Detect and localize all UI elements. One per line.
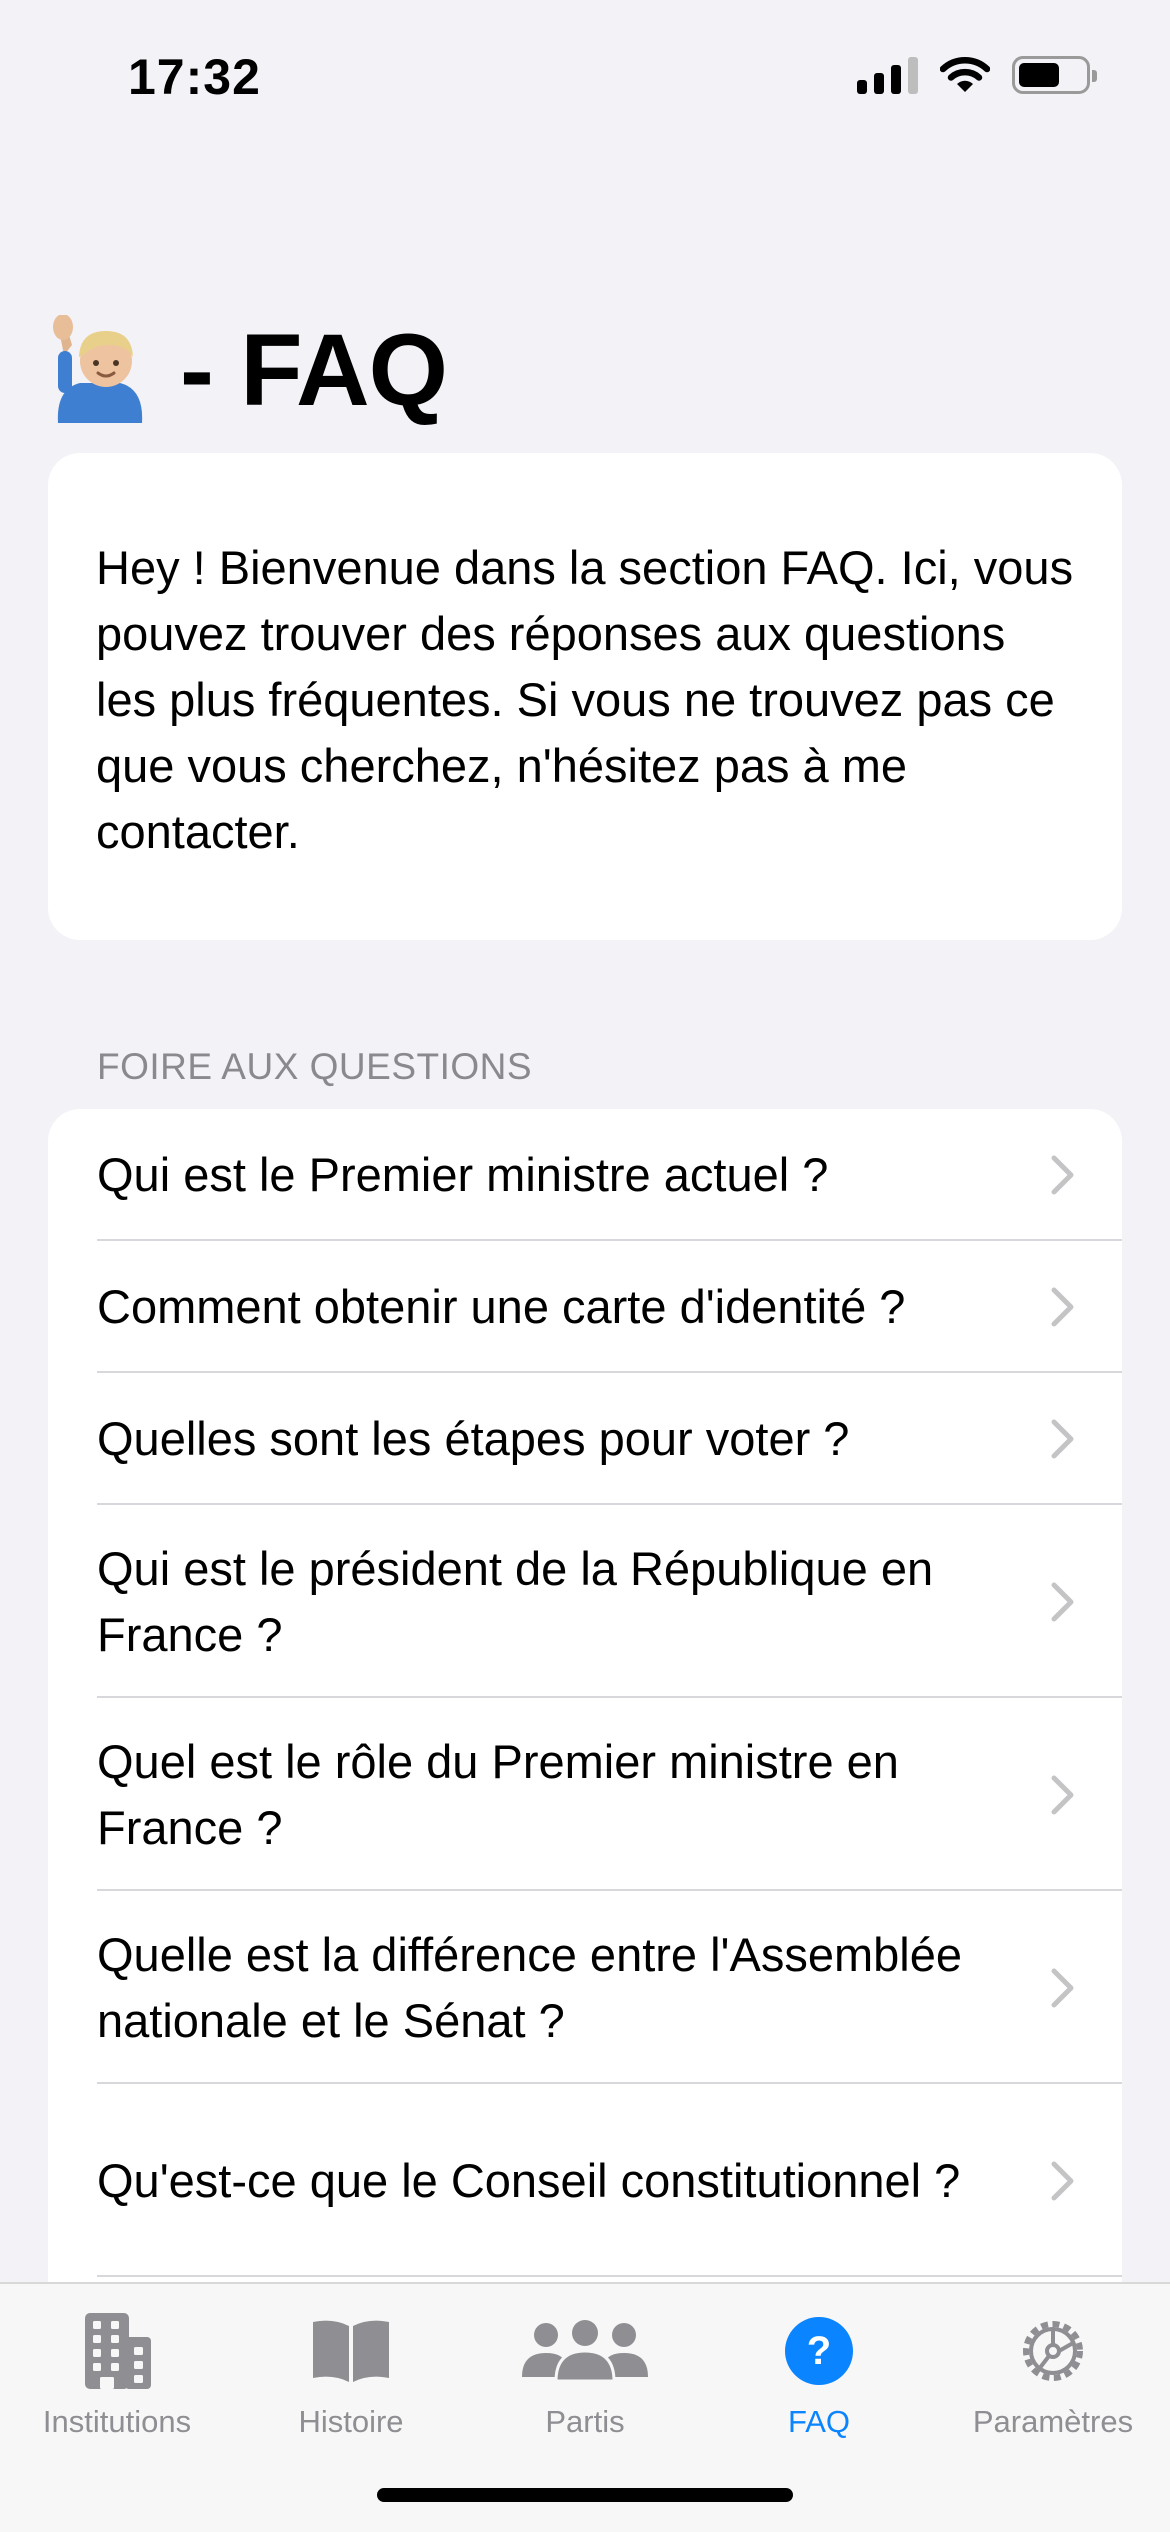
book-icon	[313, 2320, 389, 2382]
faq-list: Qui est le Premier ministre actuel ? Com…	[48, 1109, 1122, 2289]
people-icon	[522, 2320, 648, 2383]
status-icons	[857, 56, 1097, 94]
raising-hand-emoji-icon	[53, 315, 143, 423]
faq-section-header: FOIRE AUX QUESTIONS	[97, 1046, 533, 1087]
faq-item[interactable]: Qui est le président de la République en…	[48, 1505, 1122, 1698]
faq-question: Qui est le Premier ministre actuel ?	[97, 1148, 829, 1201]
page-title-text: - FAQ	[180, 312, 448, 427]
faq-item[interactable]: Qu'est-ce que le Conseil constitutionnel…	[48, 2084, 1122, 2277]
svg-text:?: ?	[807, 2329, 831, 2373]
tab-parametres[interactable]: Paramètres	[936, 2306, 1170, 2456]
wifi-icon	[940, 57, 990, 92]
faq-item[interactable]: Quel est le rôle du Premier ministre en …	[48, 1698, 1122, 1891]
status-bar: 17:32	[0, 0, 1170, 150]
building-icon	[85, 2313, 151, 2389]
intro-text: Hey ! Bienvenue dans la section FAQ. Ici…	[96, 541, 1074, 858]
faq-item[interactable]: Qui est le Premier ministre actuel ?	[48, 1109, 1122, 1241]
tab-institutions[interactable]: Institutions	[0, 2306, 234, 2456]
faq-item[interactable]: Quelle est la différence entre l'Assembl…	[48, 1891, 1122, 2084]
tab-faq[interactable]: ? FAQ	[702, 2306, 936, 2456]
faq-question: Quelle est la différence entre l'Assembl…	[97, 1927, 963, 2047]
faq-item[interactable]: Quelles sont les étapes pour voter ?	[48, 1373, 1122, 1505]
faq-question: Qui est le président de la République en…	[97, 1541, 934, 1661]
chevron-right-icon	[1051, 1419, 1074, 1459]
faq-screen: 17:32 - FAQ Hey ! Bienvenue dans la sect…	[0, 0, 1170, 2532]
separator	[97, 2275, 1122, 2277]
chevron-right-icon	[1051, 1287, 1074, 1327]
chevron-right-icon	[1051, 1155, 1074, 1195]
tab-label: FAQ	[787, 2404, 850, 2439]
battery-icon	[1012, 56, 1097, 94]
home-indicator	[377, 2488, 793, 2502]
faq-item[interactable]: Comment obtenir une carte d'identité ?	[48, 1241, 1122, 1373]
cellular-signal-icon	[857, 56, 918, 94]
gear-icon	[1023, 2321, 1083, 2381]
chevron-right-icon	[1051, 1968, 1074, 2007]
tab-label: Institutions	[42, 2404, 192, 2439]
question-circle-icon: ?	[785, 2317, 853, 2385]
status-time: 17:32	[128, 49, 261, 105]
tab-label: Partis	[545, 2404, 625, 2439]
chevron-right-icon	[1051, 2161, 1074, 2200]
intro-card: Hey ! Bienvenue dans la section FAQ. Ici…	[48, 453, 1122, 940]
tab-label: Paramètres	[972, 2404, 1134, 2439]
faq-question: Quelles sont les étapes pour voter ?	[97, 1412, 850, 1465]
tab-histoire[interactable]: Histoire	[234, 2306, 468, 2456]
chevron-right-icon	[1051, 1582, 1074, 1621]
page-title: - FAQ	[50, 310, 448, 430]
chevron-right-icon	[1051, 1775, 1074, 1814]
tab-partis[interactable]: Partis	[468, 2306, 702, 2456]
tab-label: Histoire	[298, 2404, 404, 2439]
faq-question: Qu'est-ce que le Conseil constitutionnel…	[97, 2153, 961, 2207]
faq-question: Comment obtenir une carte d'identité ?	[97, 1280, 906, 1333]
faq-question: Quel est le rôle du Premier ministre en …	[97, 1734, 899, 1854]
